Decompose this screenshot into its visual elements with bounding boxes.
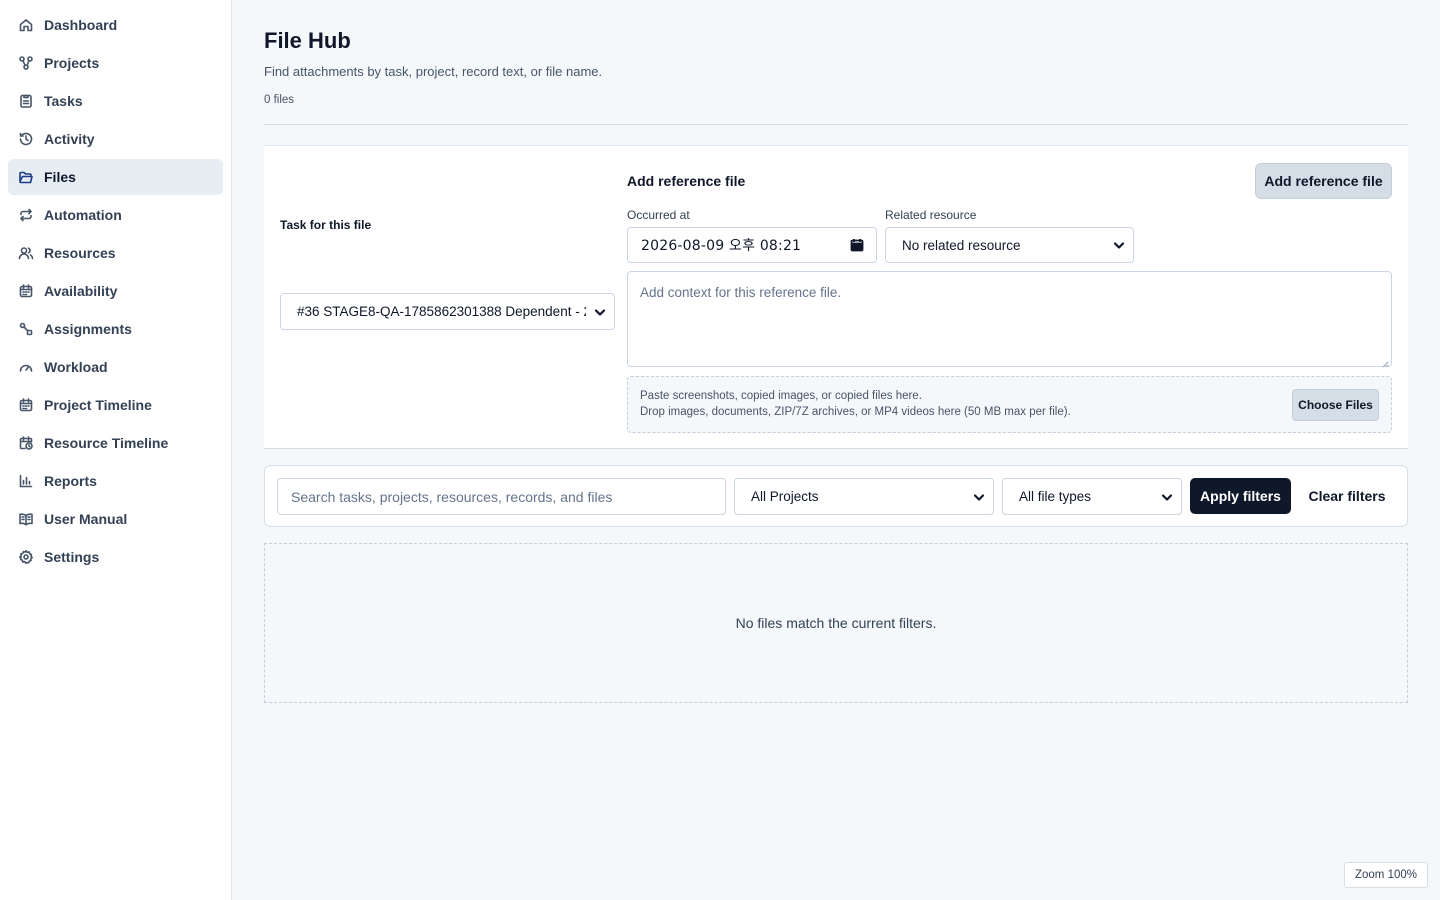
gauge-icon bbox=[18, 359, 34, 375]
sidebar-item-label: Automation bbox=[44, 207, 122, 223]
gear-icon bbox=[18, 549, 34, 565]
file-type-filter-value: All file types bbox=[1019, 489, 1092, 504]
related-resource-select[interactable]: No related resource bbox=[885, 227, 1134, 263]
sidebar-item-label: Activity bbox=[44, 131, 95, 147]
sidebar-item-user-manual[interactable]: User Manual bbox=[8, 501, 223, 537]
sidebar-item-label: Settings bbox=[44, 549, 100, 565]
projects-icon bbox=[18, 55, 34, 71]
sidebar-item-workload[interactable]: Workload bbox=[8, 349, 223, 385]
chevron-down-icon bbox=[594, 306, 606, 318]
page-title: File Hub bbox=[264, 28, 351, 53]
history-icon bbox=[18, 131, 34, 147]
dropzone-drop-hint: Drop images, documents, ZIP/7Z archives,… bbox=[640, 406, 1071, 418]
sidebar-item-label: Reports bbox=[44, 473, 97, 489]
sidebar-item-label: Projects bbox=[44, 55, 100, 71]
context-placeholder: Add context for this reference file. bbox=[640, 285, 842, 300]
sidebar-item-label: Tasks bbox=[44, 93, 83, 109]
page-subtitle: Find attachments by task, project, recor… bbox=[264, 64, 603, 79]
sidebar-item-label: Dashboard bbox=[44, 17, 118, 33]
chevron-down-icon bbox=[1161, 491, 1173, 503]
sidebar: Dashboard Projects Tasks Activity Files … bbox=[0, 0, 232, 900]
bar-chart-icon bbox=[18, 473, 34, 489]
sidebar-item-files[interactable]: Files bbox=[8, 159, 223, 195]
occurred-at-label: Occurred at bbox=[627, 208, 690, 222]
search-input[interactable]: Search tasks, projects, resources, recor… bbox=[277, 478, 726, 515]
sidebar-item-label: Availability bbox=[44, 283, 118, 299]
sidebar-item-settings[interactable]: Settings bbox=[8, 539, 223, 575]
sidebar-item-label: Workload bbox=[44, 359, 108, 375]
sidebar-item-reports[interactable]: Reports bbox=[8, 463, 223, 499]
empty-state: No files match the current filters. bbox=[264, 543, 1408, 703]
project-filter-select[interactable]: All Projects bbox=[734, 478, 994, 515]
sidebar-item-assignments[interactable]: Assignments bbox=[8, 311, 223, 347]
apply-filters-button[interactable]: Apply filters bbox=[1190, 478, 1291, 514]
upload-panel: Task for this file #36 STAGE8-QA-1785862… bbox=[264, 145, 1408, 449]
sidebar-item-label: Resource Timeline bbox=[44, 435, 169, 451]
search-placeholder: Search tasks, projects, resources, recor… bbox=[291, 488, 613, 505]
task-select-value: #36 STAGE8-QA-1785862301388 Dependent - … bbox=[297, 304, 586, 319]
sidebar-item-dashboard[interactable]: Dashboard bbox=[8, 7, 223, 43]
dropzone-paste-hint: Paste screenshots, copied images, or cop… bbox=[640, 390, 922, 402]
filter-bar: Search tasks, projects, resources, recor… bbox=[264, 465, 1408, 527]
related-resource-label: Related resource bbox=[885, 208, 977, 222]
sidebar-item-label: Assignments bbox=[44, 321, 132, 337]
file-count: 0 files bbox=[264, 94, 295, 106]
calendar-picker-icon[interactable] bbox=[850, 238, 864, 252]
related-resource-value: No related resource bbox=[902, 237, 1021, 253]
clear-filters-button[interactable]: Clear filters bbox=[1299, 478, 1395, 514]
sidebar-item-label: Files bbox=[44, 169, 76, 185]
chevron-down-icon bbox=[1113, 239, 1125, 251]
sidebar-item-automation[interactable]: Automation bbox=[8, 197, 223, 233]
resize-handle-icon[interactable] bbox=[1381, 356, 1389, 368]
sidebar-item-tasks[interactable]: Tasks bbox=[8, 83, 223, 119]
project-filter-value: All Projects bbox=[751, 489, 819, 504]
context-textarea[interactable]: Add context for this reference file. bbox=[627, 271, 1392, 368]
sidebar-item-resource-timeline[interactable]: Resource Timeline bbox=[8, 425, 223, 461]
chevron-down-icon bbox=[973, 491, 985, 503]
book-icon bbox=[18, 511, 34, 527]
sidebar-item-availability[interactable]: Availability bbox=[8, 273, 223, 309]
clipboard-icon bbox=[18, 93, 34, 109]
zoom-indicator[interactable]: Zoom 100% bbox=[1343, 862, 1428, 888]
empty-state-message: No files match the current filters. bbox=[735, 615, 937, 631]
task-label: Task for this file bbox=[280, 218, 372, 232]
section-title: Add reference file bbox=[627, 173, 746, 189]
calendar-icon bbox=[18, 283, 34, 299]
sidebar-item-label: Resources bbox=[44, 245, 116, 261]
sidebar-item-label: User Manual bbox=[44, 511, 128, 527]
sidebar-item-projects[interactable]: Projects bbox=[8, 45, 223, 81]
file-type-filter-select[interactable]: All file types bbox=[1002, 478, 1182, 515]
occurred-at-value: 2026-08-09 오후 08:21 bbox=[641, 238, 802, 254]
home-icon bbox=[18, 17, 34, 33]
task-select[interactable]: #36 STAGE8-QA-1785862301388 Dependent - … bbox=[280, 293, 615, 330]
sidebar-item-project-timeline[interactable]: Project Timeline bbox=[8, 387, 223, 423]
repeat-icon bbox=[18, 207, 34, 223]
add-reference-file-button[interactable]: Add reference file bbox=[1255, 163, 1392, 199]
calendar-clock-icon bbox=[18, 435, 34, 451]
link-icon bbox=[18, 321, 34, 337]
calendar-icon bbox=[18, 397, 34, 413]
choose-files-button[interactable]: Choose Files bbox=[1292, 389, 1379, 421]
header-divider bbox=[264, 124, 1408, 125]
folder-icon bbox=[18, 169, 34, 185]
sidebar-item-resources[interactable]: Resources bbox=[8, 235, 223, 271]
file-dropzone[interactable]: Paste screenshots, copied images, or cop… bbox=[627, 376, 1392, 433]
users-icon bbox=[18, 245, 34, 261]
sidebar-item-label: Project Timeline bbox=[44, 397, 152, 413]
occurred-at-input[interactable]: 2026-08-09 오후 08:21 bbox=[627, 227, 877, 263]
sidebar-item-activity[interactable]: Activity bbox=[8, 121, 223, 157]
